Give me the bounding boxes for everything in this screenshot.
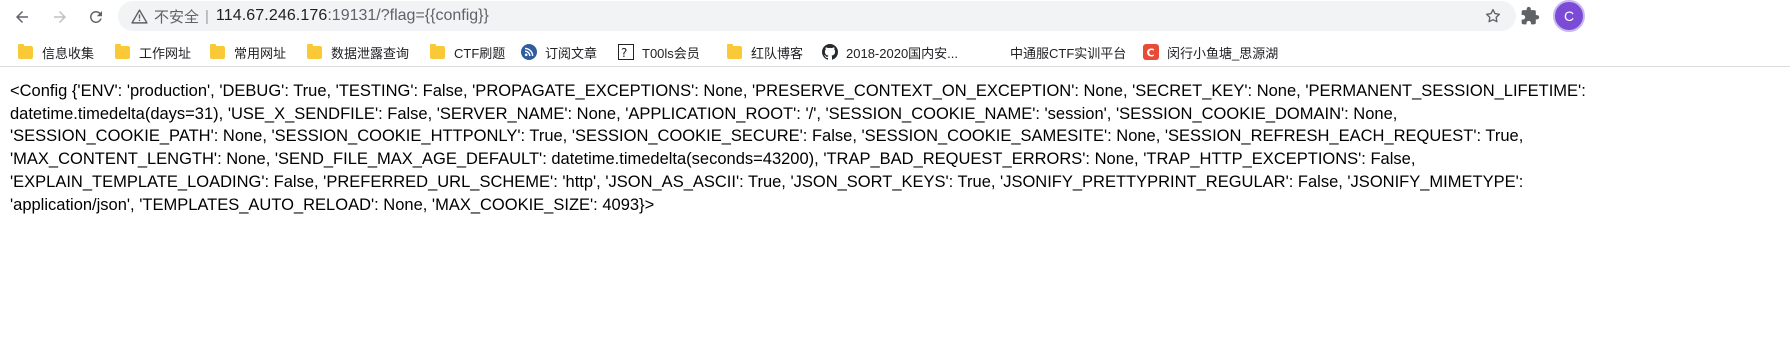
- star-icon[interactable]: [1484, 7, 1502, 25]
- page-content: <Config {'ENV': 'production', 'DEBUG': T…: [10, 80, 1780, 216]
- folder-icon: [727, 44, 742, 59]
- c-logo-icon: C: [1143, 44, 1159, 60]
- arrow-right-icon: [54, 11, 66, 23]
- bookmark-link[interactable]: ? T00ls会员: [618, 41, 700, 63]
- address-bar[interactable]: 不安全 | 114.67.246.176:19131/?flag={{confi…: [118, 1, 1516, 31]
- forward-button[interactable]: [46, 3, 74, 31]
- bookmark-link[interactable]: 中通服CTF实训平台: [1010, 41, 1126, 63]
- bookmark-label: 信息收集: [42, 45, 95, 61]
- bookmark-folder[interactable]: 工作网址: [115, 41, 191, 63]
- github-icon: [822, 44, 838, 60]
- config-text-line: 'application/json', 'TEMPLATES_AUTO_RELO…: [10, 195, 655, 214]
- svg-text:?: ?: [621, 46, 627, 60]
- bookmark-label: 常用网址: [234, 45, 287, 61]
- bookmark-link[interactable]: C 闵行小鱼塘_思源湖: [1143, 41, 1278, 63]
- bookmark-label: T00ls会员: [642, 45, 700, 61]
- url-separator: |: [205, 7, 209, 25]
- bookmark-folder[interactable]: 数据泄露查询: [307, 41, 409, 63]
- bookmark-label: 数据泄露查询: [331, 45, 410, 61]
- bookmark-folder[interactable]: CTF刷题: [430, 41, 505, 63]
- rss-icon: [521, 44, 537, 60]
- config-text-line: 'SESSION_COOKIE_PATH': None, 'SESSION_CO…: [10, 127, 1524, 146]
- t00ls-icon: ?: [618, 44, 634, 60]
- bookmark-label: 工作网址: [139, 45, 192, 61]
- reload-icon: [89, 10, 102, 23]
- folder-icon: [307, 44, 322, 59]
- svg-text:C: C: [1147, 47, 1155, 60]
- reload-button[interactable]: [82, 3, 110, 31]
- url-path[interactable]: :19131/?flag={{config}}: [327, 7, 489, 25]
- bookmark-folder[interactable]: 常用网址: [210, 41, 286, 63]
- bookmark-folder[interactable]: 信息收集: [18, 41, 94, 63]
- bookmark-label: 订阅文章: [545, 45, 598, 61]
- bookmarks-bar: 信息收集 工作网址 常用网址 数据泄露查询 CTF刷题 订阅文章 ? T00ls…: [0, 37, 1790, 67]
- config-text-line: datetime.timedelta(days=31), 'USE_X_SEND…: [10, 104, 1398, 123]
- bookmark-link[interactable]: 订阅文章: [521, 41, 597, 63]
- bookmark-folder[interactable]: 红队博客: [727, 41, 803, 63]
- browser-toolbar: 不安全 | 114.67.246.176:19131/?flag={{confi…: [0, 0, 1790, 34]
- url-host[interactable]: 114.67.246.176: [216, 7, 327, 25]
- bookmark-label: 闵行小鱼塘_思源湖: [1167, 45, 1279, 61]
- folder-icon: [115, 44, 130, 59]
- puzzle-icon[interactable]: [1520, 6, 1540, 26]
- avatar[interactable]: C: [1553, 0, 1585, 32]
- warning-triangle-icon[interactable]: [130, 7, 148, 25]
- bookmark-link[interactable]: 2018-2020国内安...: [822, 41, 958, 63]
- folder-icon: [210, 44, 225, 59]
- folder-icon: [18, 44, 33, 59]
- security-label[interactable]: 不安全: [154, 6, 199, 27]
- bookmark-label: 中通服CTF实训平台: [1010, 45, 1127, 61]
- config-text-line: 'EXPLAIN_TEMPLATE_LOADING': False, 'PREF…: [10, 172, 1524, 191]
- back-button[interactable]: [8, 3, 36, 31]
- bookmark-label: CTF刷题: [454, 45, 506, 61]
- config-text-line: <Config {'ENV': 'production', 'DEBUG': T…: [10, 82, 1586, 100]
- bookmark-label: 2018-2020国内安...: [846, 45, 959, 61]
- bookmark-label: 红队博客: [751, 45, 804, 61]
- arrow-left-icon: [16, 11, 28, 23]
- config-text-line: 'MAX_CONTENT_LENGTH': None, 'SEND_FILE_M…: [10, 150, 1416, 169]
- folder-icon: [430, 44, 445, 59]
